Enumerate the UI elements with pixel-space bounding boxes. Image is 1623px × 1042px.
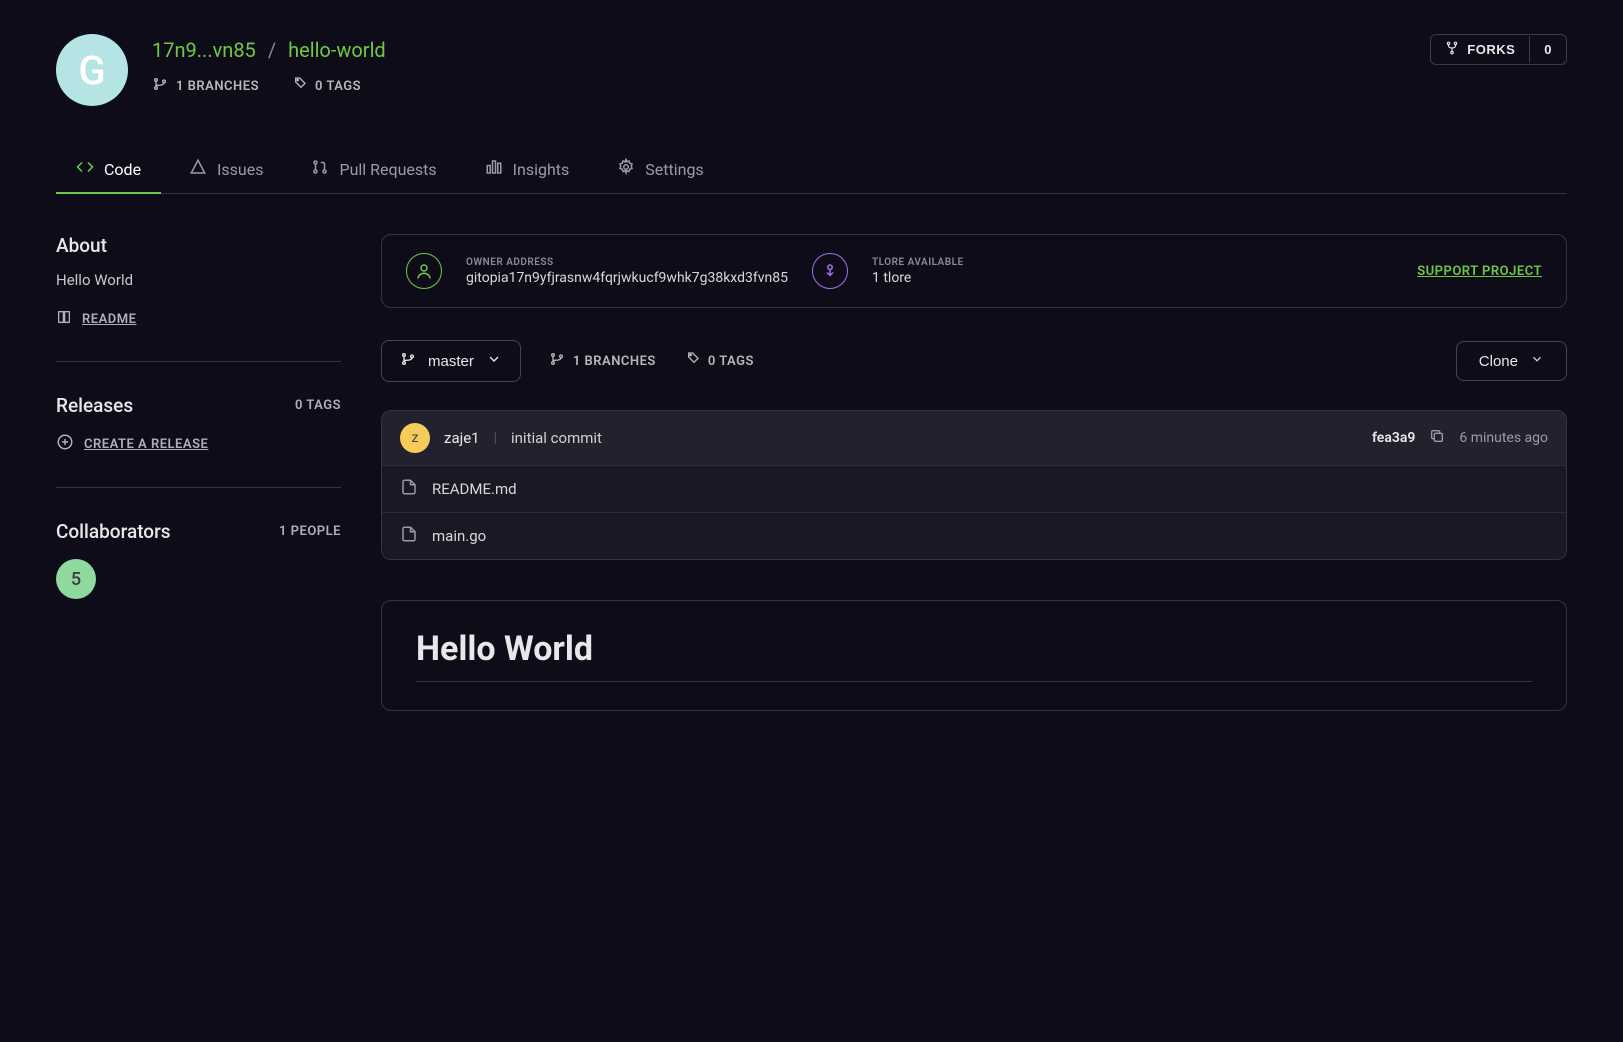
gear-icon (617, 158, 635, 180)
readme-icon (56, 309, 72, 329)
chevron-down-icon (486, 351, 502, 371)
file-name: main.go (432, 527, 486, 545)
branches-count-label: 1 BRANCHES (176, 79, 259, 94)
readme-heading: Hello World (416, 629, 1532, 682)
clone-button[interactable]: Clone (1456, 341, 1567, 381)
tab-pr-label: Pull Requests (339, 160, 436, 179)
chevron-down-icon (1530, 352, 1544, 370)
branches-count[interactable]: 1 BRANCHES (152, 76, 259, 96)
forks-button[interactable]: FORKS 0 (1430, 34, 1567, 65)
toolbar-tags-label: 0 TAGS (708, 354, 754, 369)
branch-icon (400, 351, 416, 371)
owner-card: OWNER ADDRESS gitopia17n9yfjrasnw4fqrjwk… (381, 234, 1567, 308)
readme-link[interactable]: README (56, 309, 341, 329)
file-toolbar: master 1 BRANCHES 0 TAGS Clone (381, 340, 1567, 382)
file-list: z zaje1 | initial commit fea3a9 6 minute… (381, 410, 1567, 560)
owner-address-value[interactable]: gitopia17n9yfjrasnw4fqrjwkucf9whk7g38kxd… (466, 270, 788, 286)
file-icon (400, 525, 418, 547)
pr-icon (311, 158, 329, 180)
tlore-value: 1 tlore (872, 270, 964, 286)
tags-count-label: 0 TAGS (315, 79, 361, 94)
main-content: OWNER ADDRESS gitopia17n9yfjrasnw4fqrjwk… (381, 234, 1567, 711)
tab-issues-label: Issues (217, 160, 263, 179)
code-icon (76, 158, 94, 180)
forks-count: 0 (1529, 36, 1566, 63)
commit-time: 6 minutes ago (1459, 430, 1548, 446)
file-row[interactable]: main.go (382, 512, 1566, 559)
collaborators-title: Collaborators (56, 520, 171, 543)
breadcrumb-owner[interactable]: 17n9...vn85 (152, 38, 256, 62)
tag-icon (684, 351, 700, 371)
breadcrumb-repo[interactable]: hello-world (288, 38, 386, 62)
commit-author[interactable]: zaje1 (444, 429, 480, 447)
tab-settings[interactable]: Settings (597, 146, 723, 194)
file-row[interactable]: README.md (382, 465, 1566, 512)
file-name: README.md (432, 480, 517, 498)
owner-avatar[interactable]: G (56, 34, 128, 106)
about-title: About (56, 234, 341, 257)
copy-icon[interactable] (1429, 428, 1445, 448)
readme-preview: Hello World (381, 600, 1567, 711)
tab-settings-label: Settings (645, 160, 703, 179)
tab-code[interactable]: Code (56, 146, 161, 194)
tab-pull-requests[interactable]: Pull Requests (291, 146, 456, 194)
issues-icon (189, 158, 207, 180)
owner-address-label: OWNER ADDRESS (466, 257, 788, 268)
tag-icon (291, 76, 307, 96)
divider (56, 361, 341, 362)
clone-label: Clone (1479, 353, 1518, 370)
readme-link-label: README (82, 312, 136, 327)
releases-title: Releases (56, 394, 133, 417)
tlore-label: TLORE AVAILABLE (872, 257, 964, 268)
fork-icon (1445, 41, 1459, 58)
tab-issues[interactable]: Issues (169, 146, 283, 194)
repo-tabs: Code Issues Pull Requests Insights Setti… (56, 146, 1567, 194)
divider: | (494, 430, 497, 446)
branch-icon (549, 351, 565, 371)
forks-label: FORKS (1467, 42, 1515, 57)
tlore-icon (812, 253, 848, 289)
repo-header: G 17n9...vn85 / hello-world 1 BRANCHES (56, 34, 1567, 106)
insights-icon (485, 158, 503, 180)
branch-icon (152, 76, 168, 96)
commit-message[interactable]: initial commit (511, 429, 602, 447)
latest-commit-row[interactable]: z zaje1 | initial commit fea3a9 6 minute… (382, 411, 1566, 465)
about-desc: Hello World (56, 271, 341, 289)
owner-icon (406, 253, 442, 289)
toolbar-branches-label: 1 BRANCHES (573, 354, 656, 369)
breadcrumb: 17n9...vn85 / hello-world (152, 38, 386, 62)
plus-circle-icon (56, 433, 74, 455)
collaborators-count: 1 PEOPLE (279, 524, 341, 539)
support-project-button[interactable]: SUPPORT PROJECT (1417, 264, 1542, 279)
sidebar: About Hello World README Releases 0 TAGS… (56, 234, 341, 711)
tab-insights[interactable]: Insights (465, 146, 590, 194)
create-release-button[interactable]: CREATE A RELEASE (56, 433, 341, 455)
branch-name: master (428, 353, 474, 370)
commit-author-avatar: z (400, 423, 430, 453)
releases-count: 0 TAGS (295, 398, 341, 413)
commit-hash[interactable]: fea3a9 (1372, 430, 1415, 446)
tags-count[interactable]: 0 TAGS (291, 76, 361, 96)
toolbar-branches[interactable]: 1 BRANCHES (549, 351, 656, 371)
branch-select[interactable]: master (381, 340, 521, 382)
file-icon (400, 478, 418, 500)
tab-code-label: Code (104, 160, 141, 179)
toolbar-tags[interactable]: 0 TAGS (684, 351, 754, 371)
tab-insights-label: Insights (513, 160, 570, 179)
create-release-label: CREATE A RELEASE (84, 437, 208, 452)
divider (56, 487, 341, 488)
breadcrumb-sep: / (268, 38, 276, 62)
collaborator-avatar[interactable]: 5 (56, 559, 96, 599)
